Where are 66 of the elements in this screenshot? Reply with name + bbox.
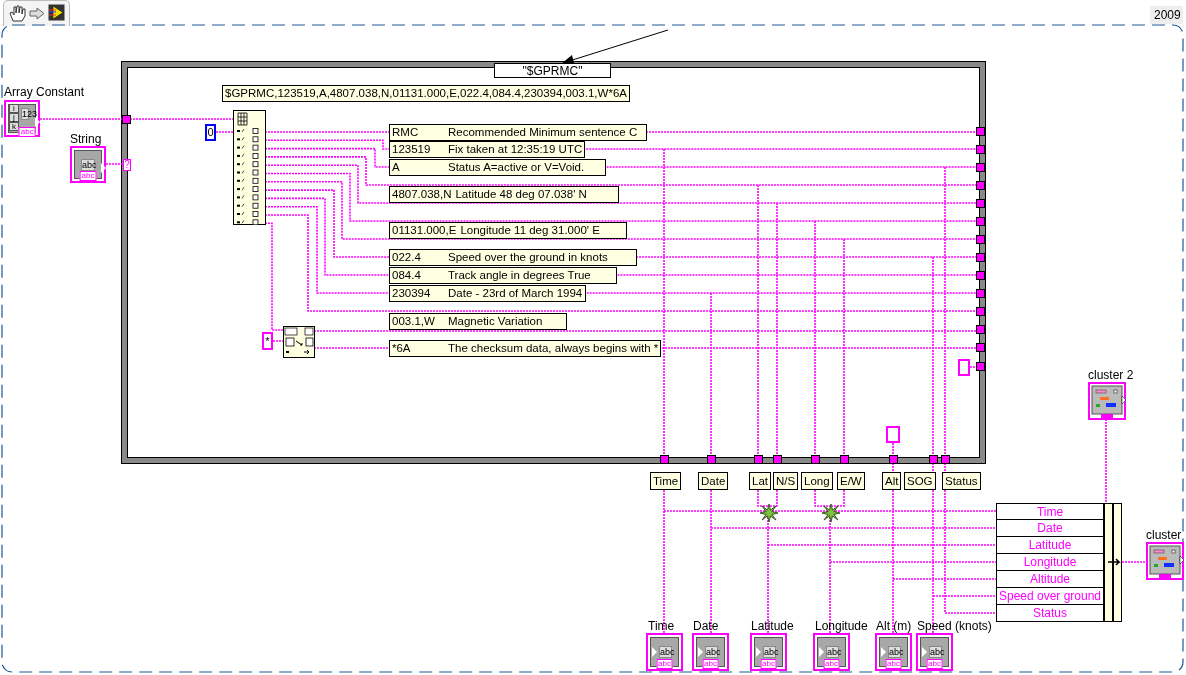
starburst-icon <box>822 504 840 522</box>
unwired-tunnel: ? <box>123 159 131 171</box>
comment-label: 01131.000,E Longitude 11 deg 31.000' E <box>389 222 627 239</box>
indicator-terminal[interactable]: abc abc <box>875 633 912 671</box>
indicator-label: Speed (knots) <box>917 619 992 633</box>
control-label: String <box>70 132 102 146</box>
index-array-node[interactable] <box>233 110 266 225</box>
bundle-element: Latitude <box>996 537 1104 554</box>
cluster-label: cluster <box>1146 528 1182 542</box>
bundle-element: Status <box>996 605 1104 622</box>
string-split-node[interactable] <box>283 326 315 358</box>
indicator-terminal[interactable]: abc abc <box>813 633 850 671</box>
tunnel <box>773 455 782 464</box>
comment-label: 084.4 Track angle in degrees True <box>389 267 617 284</box>
bundle-element: Date <box>996 520 1104 537</box>
cluster-terminal[interactable] <box>1146 542 1184 580</box>
indicator-label: Time <box>648 619 675 633</box>
tunnel <box>660 455 669 464</box>
tunnel <box>754 455 763 464</box>
delimiter-constant: * <box>262 332 273 350</box>
starburst-icon <box>760 504 778 522</box>
cluster-label: cluster 2 <box>1088 368 1134 382</box>
tunnel <box>811 455 820 464</box>
indicator-label: Longitude <box>815 619 868 633</box>
tunnel-label: N/S <box>773 472 799 490</box>
comment-label: *6A The checksum data, always begins with * <box>389 340 662 357</box>
index-constant: 0 <box>205 124 216 141</box>
tunnel <box>976 362 985 371</box>
tunnel-label: E/W <box>837 472 865 490</box>
tunnel-label: Status <box>942 472 981 490</box>
comment-label: 022.4 Speed over the ground in knots <box>389 249 637 266</box>
control-terminal[interactable]: abc abc <box>70 146 106 183</box>
tunnel-label: Alt <box>882 472 902 490</box>
tunnel-label: SOG <box>904 472 936 490</box>
tunnel <box>840 455 849 464</box>
indicator-terminal[interactable]: abc abc <box>692 633 729 671</box>
comment-label: 230394 Date - 23rd of March 1994 <box>389 285 586 302</box>
bundle-element: Speed over ground <box>996 588 1104 605</box>
empty-string-constant <box>886 426 900 443</box>
case-selector[interactable]: "$GPRMC" <box>494 63 611 78</box>
indicator-terminal[interactable]: abc abc <box>646 633 683 671</box>
string-constant: $GPRMC,123519,A,4807.038,N,01131.000,E,022.4,084.4,230394,003.1,W*6A <box>222 85 630 102</box>
cluster-terminal[interactable] <box>1088 382 1126 420</box>
tunnel-label: Time <box>650 472 682 490</box>
hand-icon[interactable] <box>8 4 27 22</box>
year-label: 2009 <box>1154 8 1181 22</box>
indicator-label: Date <box>693 619 719 633</box>
bundle-element: Altitude <box>996 571 1104 588</box>
tunnel-label: Long <box>801 472 833 490</box>
control-label: Array Constant <box>4 85 85 99</box>
comment-label: A Status A=active or V=Void. <box>389 159 606 176</box>
comment-label: 123519 Fix taken at 12:35:19 UTC <box>389 141 586 158</box>
indicator-terminal[interactable]: abc abc <box>916 633 953 671</box>
comment-label: 003.1,W Magnetic Variation <box>389 313 567 330</box>
tunnel-label: Lat <box>749 472 771 490</box>
bundle-element: Longitude <box>996 554 1104 571</box>
indicator-label: Latitude <box>751 619 794 633</box>
indicator-label: Alt (m) <box>876 619 912 633</box>
comment-label: RMC Recommended Minimum sentence C <box>389 124 647 141</box>
comment-label: 4807.038,N Latitude 48 deg 07.038' N <box>389 186 619 203</box>
tunnel <box>122 115 131 124</box>
tunnel <box>889 455 898 464</box>
tunnel <box>707 455 716 464</box>
indicator-terminal[interactable]: abc abc <box>750 633 787 671</box>
bundle-element: Time <box>996 503 1104 520</box>
tunnel-label: Date <box>698 472 729 490</box>
